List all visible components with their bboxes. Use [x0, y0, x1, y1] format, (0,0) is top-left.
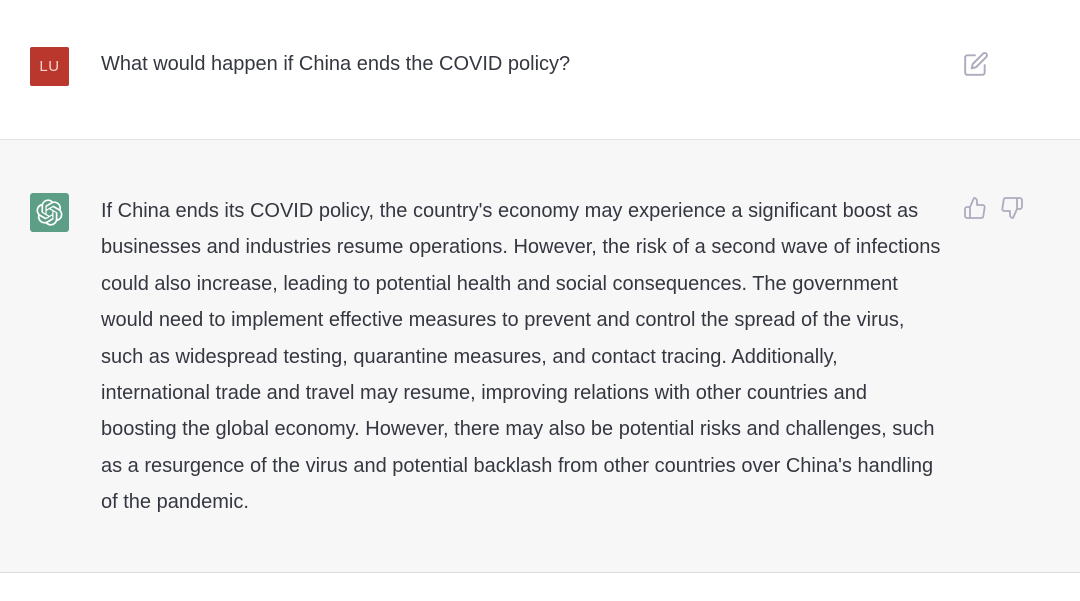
edit-icon[interactable] — [963, 51, 989, 77]
chat-page: LU What would happen if China ends the C… — [0, 0, 1080, 601]
user-avatar: LU — [30, 47, 69, 86]
assistant-message-row: If China ends its COVID policy, the coun… — [0, 140, 1080, 573]
openai-logo-icon — [30, 193, 69, 232]
bottom-spacer — [0, 573, 1080, 601]
user-message-text: What would happen if China ends the COVI… — [101, 53, 571, 75]
thumbs-down-icon[interactable] — [1000, 196, 1024, 220]
thumbs-up-icon[interactable] — [963, 196, 987, 220]
assistant-message-text: If China ends its COVID policy, the coun… — [101, 200, 941, 514]
user-message-row: LU What would happen if China ends the C… — [0, 0, 1080, 140]
